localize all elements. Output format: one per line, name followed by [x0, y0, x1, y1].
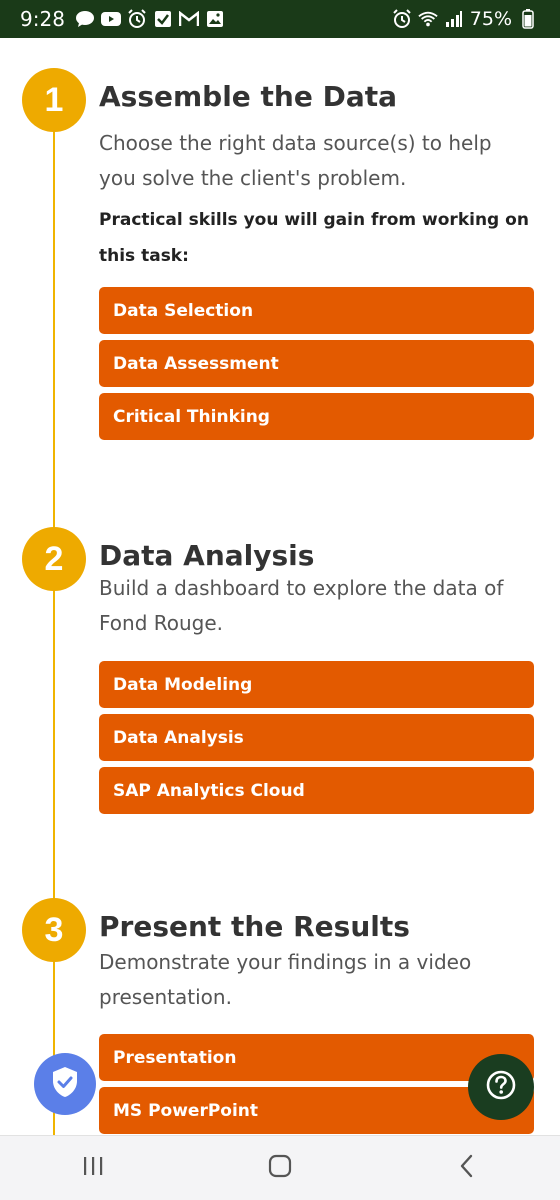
step-number-badge: 3: [22, 898, 86, 962]
status-time: 9:28: [20, 7, 65, 31]
home-icon: [267, 1153, 293, 1183]
step-title: Assemble the Data: [99, 80, 398, 113]
alarm-icon: [392, 9, 412, 29]
status-left: 9:28: [20, 7, 225, 31]
signal-icon: [444, 9, 464, 29]
system-nav-bar: [0, 1135, 560, 1200]
status-right: 75%: [392, 8, 538, 30]
back-icon: [457, 1153, 477, 1183]
recent-apps-icon: [81, 1154, 105, 1182]
skill-tag[interactable]: Presentation: [99, 1034, 534, 1081]
step-description: Build a dashboard to explore the data of…: [99, 576, 504, 635]
wifi-icon: [418, 9, 438, 29]
step-description: Choose the right data source(s) to help …: [99, 131, 492, 190]
skills-label: Practical skills you will gain from work…: [99, 210, 529, 266]
step-number-badge: 1: [22, 68, 86, 132]
battery-percent: 75%: [469, 8, 512, 30]
skill-list: Data Modeling Data Analysis SAP Analytic…: [99, 661, 534, 820]
skill-tag[interactable]: SAP Analytics Cloud: [99, 767, 534, 814]
recent-apps-button[interactable]: [63, 1143, 123, 1193]
gmail-icon: [178, 9, 199, 29]
timeline-line: [53, 108, 55, 1135]
shield-check-icon: [50, 1065, 80, 1103]
step-title: Data Analysis: [99, 539, 315, 572]
skill-list: Data Selection Data Assessment Critical …: [99, 287, 534, 446]
step-number-badge: 2: [22, 527, 86, 591]
privacy-shield-button[interactable]: [34, 1053, 96, 1115]
step-description: Demonstrate your findings in a video pre…: [99, 950, 472, 1009]
help-button[interactable]: [468, 1054, 534, 1120]
gallery-icon: [205, 9, 225, 29]
status-bar: 9:28 75%: [0, 0, 560, 38]
skill-tag[interactable]: Data Analysis: [99, 714, 534, 761]
step-title: Present the Results: [99, 910, 410, 943]
skill-tag[interactable]: Data Selection: [99, 287, 534, 334]
question-circle-icon: [485, 1069, 517, 1105]
skill-tag[interactable]: Data Assessment: [99, 340, 534, 387]
back-button[interactable]: [437, 1143, 497, 1193]
battery-icon: [518, 9, 538, 29]
youtube-icon: [100, 9, 121, 29]
alarm-icon: [127, 9, 147, 29]
chat-icon: [75, 9, 95, 29]
home-button[interactable]: [250, 1143, 310, 1193]
skill-tag[interactable]: Data Modeling: [99, 661, 534, 708]
skill-tag[interactable]: Critical Thinking: [99, 393, 534, 440]
check-icon: [153, 9, 173, 29]
main-content[interactable]: 1 Assemble the Data Choose the right dat…: [0, 38, 560, 1135]
